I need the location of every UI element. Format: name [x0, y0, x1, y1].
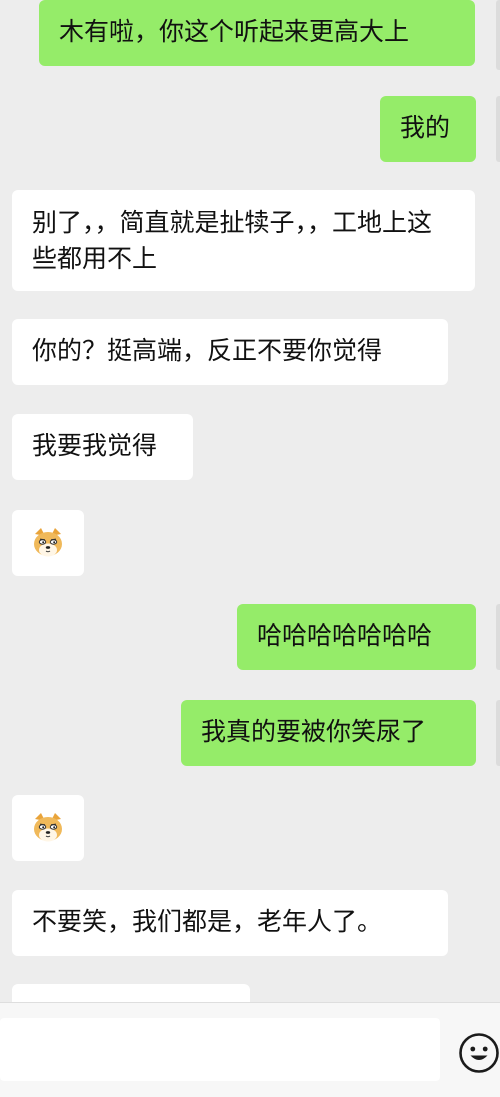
message-bubble-outgoing[interactable]: 哈哈哈哈哈哈哈	[237, 604, 476, 670]
message-bubble-outgoing[interactable]: 我真的要被你笑尿了	[181, 700, 476, 766]
avatar[interactable]	[496, 700, 500, 766]
message-bubble-incoming[interactable]: 我要我觉得	[12, 414, 193, 480]
message-text: 我真的要被你笑尿了	[201, 717, 427, 746]
doge-icon	[34, 813, 62, 842]
message-text: 不要笑，我们都是，老年人了。	[32, 907, 383, 936]
avatar[interactable]	[496, 604, 500, 670]
emoji-icon[interactable]	[458, 1032, 500, 1074]
message-bubble-incoming[interactable]: 你的？挺高端，反正不要你觉得	[12, 319, 448, 385]
avatar[interactable]	[496, 0, 500, 70]
doge-icon	[34, 528, 62, 557]
message-bubble-incoming-emoji[interactable]	[12, 795, 84, 861]
composer-bar	[0, 1002, 500, 1097]
message-text: 我的	[400, 113, 451, 142]
message-text: 别了，，简直就是扯犊子，，工地上这些都用不上	[32, 208, 433, 273]
message-bubble-incoming[interactable]: 不要笑，我们都是，老年人了。	[12, 890, 448, 956]
message-text: 我要我觉得	[32, 431, 158, 460]
message-text: 你的？挺高端，反正不要你觉得	[32, 336, 383, 365]
message-bubble-outgoing[interactable]: 木有啦，你这个听起来更高大上	[39, 0, 475, 66]
message-bubble-outgoing[interactable]: 我的	[380, 96, 476, 162]
message-bubble-incoming-emoji[interactable]	[12, 510, 84, 576]
message-bubble-incoming[interactable]: 别了，，简直就是扯犊子，，工地上这些都用不上	[12, 190, 475, 291]
message-text: 哈哈哈哈哈哈哈	[257, 621, 433, 650]
message-text: 木有啦，你这个听起来更高大上	[59, 17, 410, 46]
message-input[interactable]	[0, 1018, 440, 1081]
avatar[interactable]	[496, 96, 500, 162]
